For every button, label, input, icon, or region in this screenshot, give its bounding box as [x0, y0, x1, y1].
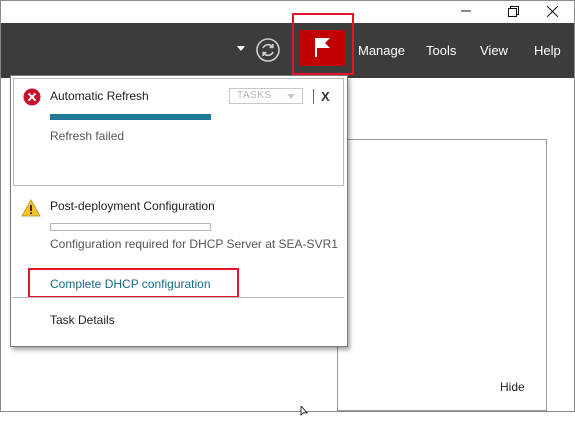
error-icon [23, 88, 41, 106]
notification-title: Automatic Refresh [50, 89, 149, 103]
refresh-icon [256, 38, 280, 62]
refresh-progress-bar [50, 114, 211, 120]
restore-icon [507, 5, 519, 17]
menu-view[interactable]: View [480, 23, 508, 78]
notification-status: Refresh failed [50, 129, 125, 143]
menu-manage[interactable]: Manage [358, 23, 405, 78]
warning-icon [21, 199, 41, 217]
menu-help[interactable]: Help [534, 23, 561, 78]
hide-link[interactable]: Hide [500, 380, 525, 394]
divider [12, 297, 344, 298]
close-window-button[interactable] [529, 0, 575, 22]
flag-highlight-annotation [292, 13, 354, 75]
notification-title: Post-deployment Configuration [50, 199, 215, 213]
tasks-label: TASKS [237, 90, 272, 101]
complete-dhcp-configuration-link[interactable]: Complete DHCP configuration [50, 277, 211, 291]
refresh-button[interactable] [255, 37, 281, 63]
configuration-progress-bar [50, 223, 211, 231]
menu-tools[interactable]: Tools [426, 23, 456, 78]
chevron-down-icon[interactable] [237, 46, 245, 51]
dashboard-panel [337, 139, 547, 411]
minimize-button[interactable] [443, 0, 489, 22]
dismiss-notification-button[interactable]: X [321, 89, 330, 104]
task-details-link[interactable]: Task Details [50, 313, 115, 327]
minimize-icon [461, 10, 471, 12]
tasks-chevron-down-icon [287, 94, 295, 99]
close-icon [546, 5, 558, 17]
notification-status: Configuration required for DHCP Server a… [50, 237, 338, 251]
separator [313, 89, 314, 104]
